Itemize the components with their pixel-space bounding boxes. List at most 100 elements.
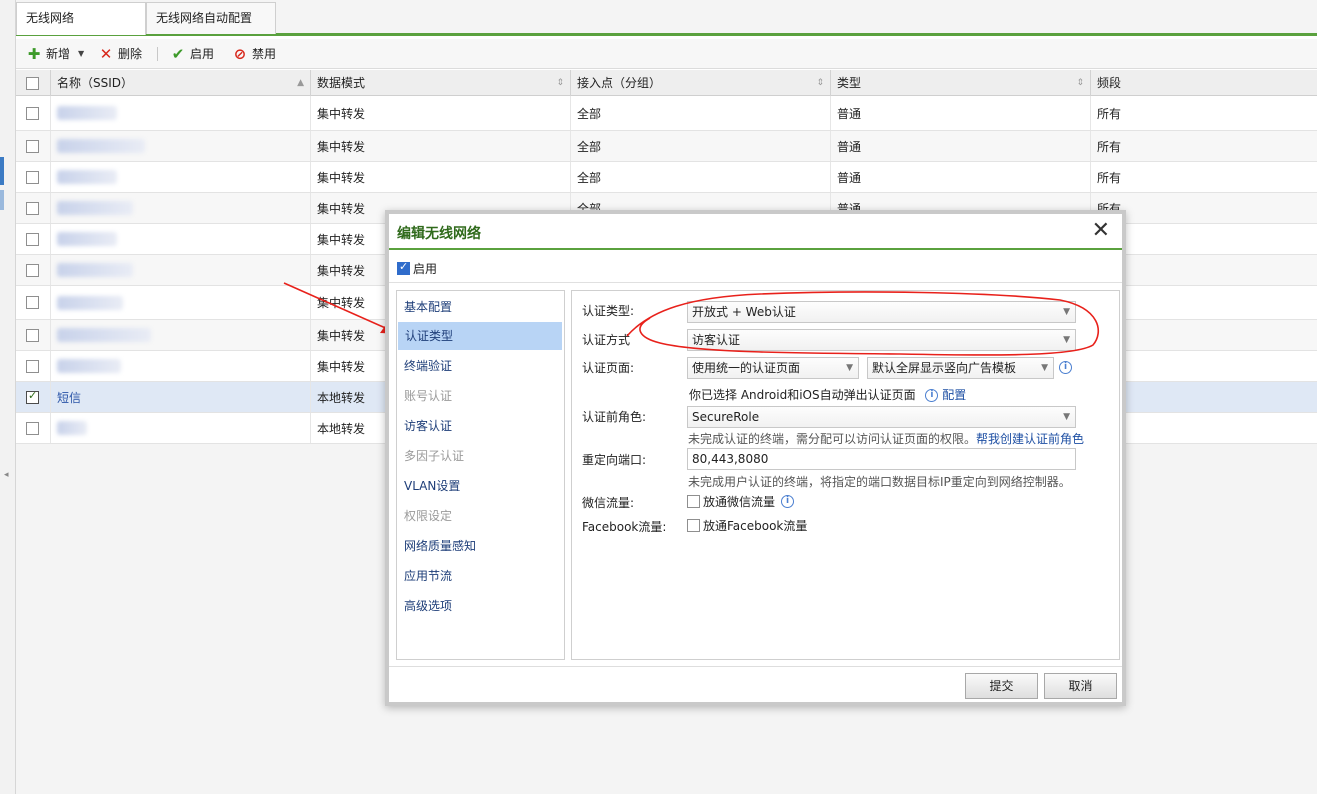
menu-item-auth-type[interactable]: 认证类型 (398, 322, 562, 350)
enable-button[interactable]: ✔ 启用 (170, 45, 214, 63)
auth-type-select[interactable]: 开放式 + Web认证 ▼ (687, 301, 1076, 323)
tab-bar: 无线网络 无线网络自动配置 (16, 0, 1317, 36)
submit-button[interactable]: 提交 (965, 673, 1038, 699)
auth-page-label: 认证页面: (582, 361, 635, 375)
menu-item-vlan[interactable]: VLAN设置 (397, 472, 564, 500)
column-header-label: 频段 (1097, 76, 1122, 90)
redacted-ssid (57, 106, 117, 120)
sort-both-icon: ⇕ (556, 78, 564, 88)
cell-ssid (51, 351, 311, 381)
row-checkbox[interactable] (26, 106, 39, 120)
info-icon[interactable]: i (1059, 361, 1072, 374)
menu-item-permissions: 权限设定 (404, 509, 453, 523)
row-checkbox-cell (16, 96, 51, 130)
page-template-select[interactable]: 默认全屏显示竖向广告模板 ▼ (867, 357, 1054, 379)
select-all-checkbox[interactable] (26, 77, 39, 90)
wechat-traffic-option-label: 放通微信流量 (703, 495, 776, 509)
row-checkbox[interactable] (26, 296, 39, 309)
info-icon[interactable]: i (781, 495, 795, 508)
menu-item-network-quality[interactable]: 网络质量感知 (397, 532, 564, 560)
column-header-label: 名称（SSID） (57, 76, 134, 90)
auth-type-panel: 认证类型: 开放式 + Web认证 ▼ 认证方式 访客认证 ▼ 认证页面: 使用… (571, 290, 1120, 660)
check-icon: ✔ (171, 45, 185, 63)
row-checkbox-cell (16, 286, 51, 319)
column-header-label: 类型 (837, 76, 862, 90)
add-button[interactable]: ✚ 新增 ▼ (26, 45, 84, 63)
enable-checkbox[interactable] (397, 260, 410, 275)
wechat-traffic-option[interactable]: 放通微信流量 i (687, 493, 795, 510)
cell-ssid (51, 224, 311, 254)
grid-header: 名称（SSID） ▲ 数据模式 ⇕ 接入点（分组） ⇕ 类型 ⇕ 频段 (16, 70, 1317, 96)
auth-method-value: 访客认证 (692, 333, 741, 347)
column-header-label: 接入点（分组） (577, 76, 662, 90)
create-pre-auth-role-link[interactable]: 帮我创建认证前角色 (976, 432, 1084, 446)
tab-wireless-network[interactable]: 无线网络 (16, 2, 146, 35)
dropdown-arrow-icon[interactable]: ▼ (78, 45, 84, 63)
delete-button[interactable]: ✕ 删除 (98, 45, 142, 63)
redacted-ssid (57, 421, 87, 435)
row-checkbox-cell (16, 255, 51, 285)
pre-auth-role-hint: 未完成认证的终端，需分配可以访问认证页面的权限。帮我创建认证前角色 (688, 430, 1084, 447)
column-header-type[interactable]: 类型 ⇕ (831, 70, 1091, 96)
row-checkbox[interactable] (26, 263, 39, 277)
cell-ssid (51, 320, 311, 350)
row-checkbox[interactable] (26, 201, 39, 215)
row-checkbox-cell (16, 382, 51, 412)
page-template-value: 默认全屏显示竖向广告模板 (872, 361, 1017, 375)
row-checkbox[interactable] (26, 421, 39, 435)
column-header-access-point[interactable]: 接入点（分组） ⇕ (571, 70, 831, 96)
row-checkbox-cell (16, 224, 51, 254)
cell-data-mode: 集中转发 (311, 162, 571, 192)
auth-page-select[interactable]: 使用统一的认证页面 ▼ (687, 357, 859, 379)
redacted-ssid (57, 359, 121, 373)
select-all-checkbox-cell (16, 70, 51, 96)
row-checkbox[interactable] (26, 139, 39, 153)
column-header-data-mode[interactable]: 数据模式 ⇕ (311, 70, 571, 96)
redacted-ssid (57, 139, 145, 153)
row-checkbox[interactable] (26, 232, 39, 246)
cell-ssid (51, 131, 311, 161)
redirect-port-input[interactable]: 80,443,8080 (687, 448, 1076, 470)
wechat-traffic-checkbox[interactable] (687, 495, 700, 508)
row-checkbox-cell (16, 131, 51, 161)
column-header-ssid[interactable]: 名称（SSID） ▲ (51, 70, 311, 96)
column-header-band[interactable]: 频段 (1091, 70, 1317, 96)
cancel-button[interactable]: 取消 (1044, 673, 1117, 699)
menu-item-basic-config[interactable]: 基本配置 (397, 293, 564, 321)
cell-type: 普通 (831, 131, 1091, 161)
enable-toggle[interactable]: 启用 (397, 260, 437, 276)
cell-band: 所有 (1097, 106, 1122, 121)
disable-button[interactable]: ⊘ 禁用 (232, 45, 276, 63)
auth-type-label: 认证类型: (582, 304, 635, 318)
chevron-down-icon: ▼ (1063, 307, 1070, 317)
menu-item-advanced[interactable]: 高级选项 (397, 592, 564, 620)
row-checkbox[interactable] (26, 170, 39, 184)
menu-item-app-throttle[interactable]: 应用节流 (397, 562, 564, 590)
auth-method-select[interactable]: 访客认证 ▼ (687, 329, 1076, 351)
row-checkbox[interactable] (26, 328, 39, 342)
collapse-handle-icon[interactable]: ◂ (4, 468, 10, 482)
table-row[interactable]: 集中转发 全部 普通 所有 (16, 162, 1317, 193)
pre-auth-role-select[interactable]: SecureRole ▼ (687, 406, 1076, 428)
table-row[interactable]: 集中转发 全部 普通 所有 (16, 131, 1317, 162)
facebook-traffic-option-label: 放通Facebook流量 (703, 519, 808, 533)
enable-label: 启用 (413, 261, 438, 276)
table-row[interactable]: 集中转发 全部 普通 所有 (16, 96, 1317, 131)
edit-wireless-dialog: 编辑无线网络 ✕ 启用 基本配置 认证类型 终端验证 账号认证 访客认证 多因子… (385, 210, 1126, 706)
info-icon[interactable]: i (925, 389, 939, 402)
menu-item-guest-auth[interactable]: 访客认证 (397, 412, 564, 440)
tab-wireless-auto-config[interactable]: 无线网络自动配置 (146, 2, 276, 34)
menu-item-terminal-verify[interactable]: 终端验证 (397, 352, 564, 380)
ssid-name[interactable]: 短信 (57, 389, 81, 406)
pre-auth-role-label: 认证前角色: (582, 410, 647, 424)
menu-item-multifactor-auth: 多因子认证 (404, 449, 465, 463)
cell-type: 普通 (831, 162, 1091, 192)
row-checkbox[interactable] (26, 389, 39, 404)
config-link[interactable]: 配置 (942, 388, 966, 402)
row-checkbox[interactable] (26, 359, 39, 373)
column-header-label: 数据模式 (317, 76, 366, 90)
close-icon[interactable]: ✕ (1092, 219, 1110, 243)
facebook-traffic-checkbox[interactable] (687, 519, 700, 532)
facebook-traffic-option[interactable]: 放通Facebook流量 (687, 517, 807, 534)
dialog-side-menu: 基本配置 认证类型 终端验证 账号认证 访客认证 多因子认证 VLAN设置 权限… (396, 290, 565, 660)
